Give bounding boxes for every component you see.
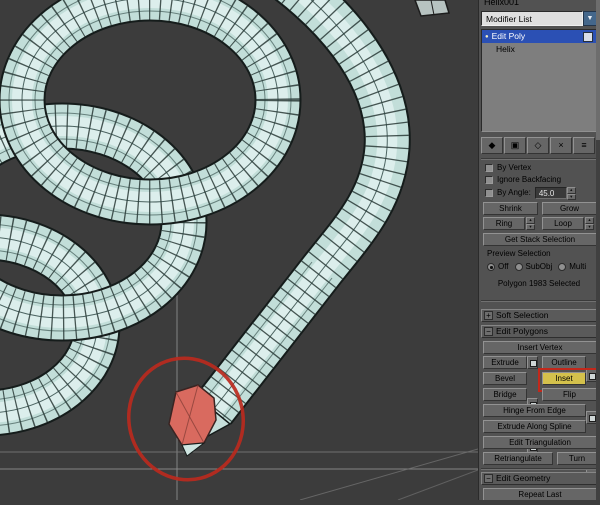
by-angle-field[interactable]: 45.0 <box>534 187 567 199</box>
object-name: Helix001 <box>484 0 520 7</box>
pin-stack-button[interactable]: ◆ <box>481 137 503 154</box>
by-angle-spinner[interactable]: ▴ ▾ <box>566 187 576 200</box>
modifier-enabled-icon[interactable]: ● <box>485 34 489 40</box>
loop-button[interactable]: Loop <box>542 217 584 230</box>
selection-status: Polygon 1983 Selected <box>497 278 581 288</box>
modifier-list-dropdown[interactable]: Modifier List ▼ <box>481 11 597 26</box>
collapse-icon[interactable]: − <box>484 474 493 483</box>
panel-scrollbar[interactable] <box>596 0 600 500</box>
edit-geometry-rollout[interactable]: − Edit Geometry <box>481 472 597 485</box>
remove-modifier-button[interactable]: × <box>550 137 572 154</box>
repeat-last-button[interactable]: Repeat Last <box>483 488 597 500</box>
bridge-button[interactable]: Bridge <box>483 388 527 401</box>
ring-button[interactable]: Ring <box>483 217 525 230</box>
edit-polygons-rollout[interactable]: − Edit Polygons <box>481 325 597 338</box>
shrink-button[interactable]: Shrink <box>483 202 538 215</box>
3dsmax-window: Helix001 Modifier List ▼ ● Edit Poly Hel… <box>0 0 600 501</box>
spinner-down-icon[interactable]: ▾ <box>566 193 576 200</box>
viewport-3d[interactable] <box>0 0 479 501</box>
extrude-button[interactable]: Extrude <box>483 356 527 369</box>
stack-toolbar: ◆ ▣ ◇ × ≡ <box>481 137 597 154</box>
viewport-canvas[interactable] <box>0 0 479 501</box>
ring-spinner[interactable]: ▴ ▾ <box>526 217 535 230</box>
spinner-down-icon[interactable]: ▾ <box>526 223 535 230</box>
get-stack-selection-button[interactable]: Get Stack Selection <box>483 233 597 246</box>
soft-selection-label: Soft Selection <box>496 310 549 321</box>
by-angle-row: By Angle: 45.0 ▴ ▾ <box>485 187 576 200</box>
edit-polygons-label: Edit Polygons <box>496 326 548 337</box>
collapse-icon[interactable]: − <box>484 327 493 336</box>
by-angle-checkbox[interactable] <box>485 189 493 197</box>
outline-button[interactable]: Outline <box>542 356 586 369</box>
stack-item-helix[interactable]: Helix <box>482 43 596 56</box>
insert-vertex-button[interactable]: Insert Vertex <box>483 341 597 354</box>
ignore-backfacing-row: Ignore Backfacing <box>485 174 561 185</box>
edit-geometry-label: Edit Geometry <box>496 473 551 484</box>
soft-selection-rollout[interactable]: + Soft Selection <box>481 309 597 322</box>
bevel-button[interactable]: Bevel <box>483 372 527 385</box>
by-angle-label: By Angle: <box>497 188 531 197</box>
inset-button[interactable]: Inset <box>542 372 586 385</box>
loop-spinner[interactable]: ▴ ▾ <box>585 217 594 230</box>
ignore-backfacing-label: Ignore Backfacing <box>497 174 562 184</box>
expand-icon[interactable]: + <box>484 311 493 320</box>
preview-subobj-radio[interactable] <box>514 263 523 271</box>
make-unique-button[interactable]: ◇ <box>527 137 549 154</box>
divider <box>481 300 597 302</box>
modifier-subobject-icon <box>583 31 593 42</box>
stack-item-label: Helix <box>496 44 515 55</box>
modifier-list-label: Modifier List <box>481 11 583 26</box>
divider <box>481 468 597 470</box>
preview-selection-radios: Off SubObj Multi <box>487 262 597 272</box>
show-end-result-button[interactable]: ▣ <box>504 137 526 154</box>
preview-multi-label: Multi <box>569 262 587 271</box>
retriangulate-button[interactable]: Retriangulate <box>483 452 553 465</box>
divider <box>481 158 597 160</box>
ignore-backfacing-checkbox[interactable] <box>485 175 493 184</box>
grow-button[interactable]: Grow <box>542 202 597 215</box>
by-vertex-label: By Vertex <box>497 162 532 172</box>
configure-modifier-sets-button[interactable]: ≡ <box>573 137 595 154</box>
preview-multi-radio[interactable] <box>558 263 567 271</box>
edit-triangulation-button[interactable]: Edit Triangulation <box>483 436 597 449</box>
panel-scrollbar-thumb[interactable] <box>596 0 600 140</box>
preview-selection-label: Preview Selection <box>487 249 551 258</box>
preview-subobj-label: SubObj <box>525 262 553 271</box>
extrude-settings-button[interactable] <box>527 356 538 369</box>
command-panel: Helix001 Modifier List ▼ ● Edit Poly Hel… <box>478 0 600 500</box>
spinner-down-icon[interactable]: ▾ <box>585 223 594 230</box>
stack-item-edit-poly[interactable]: ● Edit Poly <box>482 30 596 43</box>
chevron-down-icon[interactable]: ▼ <box>583 11 597 26</box>
preview-off-radio[interactable] <box>487 263 495 271</box>
turn-button[interactable]: Turn <box>557 452 597 465</box>
modifier-stack[interactable]: ● Edit Poly Helix <box>481 29 597 132</box>
preview-off-label: Off <box>498 262 509 271</box>
by-vertex-checkbox[interactable] <box>485 163 493 172</box>
extrude-along-spline-button[interactable]: Extrude Along Spline <box>483 420 586 433</box>
stack-item-label: Edit Poly <box>491 31 526 42</box>
by-vertex-row: By Vertex <box>485 162 531 173</box>
background-cube-object <box>414 0 450 17</box>
hinge-from-edge-button[interactable]: Hinge From Edge <box>483 404 586 417</box>
flip-button[interactable]: Flip <box>542 388 597 401</box>
